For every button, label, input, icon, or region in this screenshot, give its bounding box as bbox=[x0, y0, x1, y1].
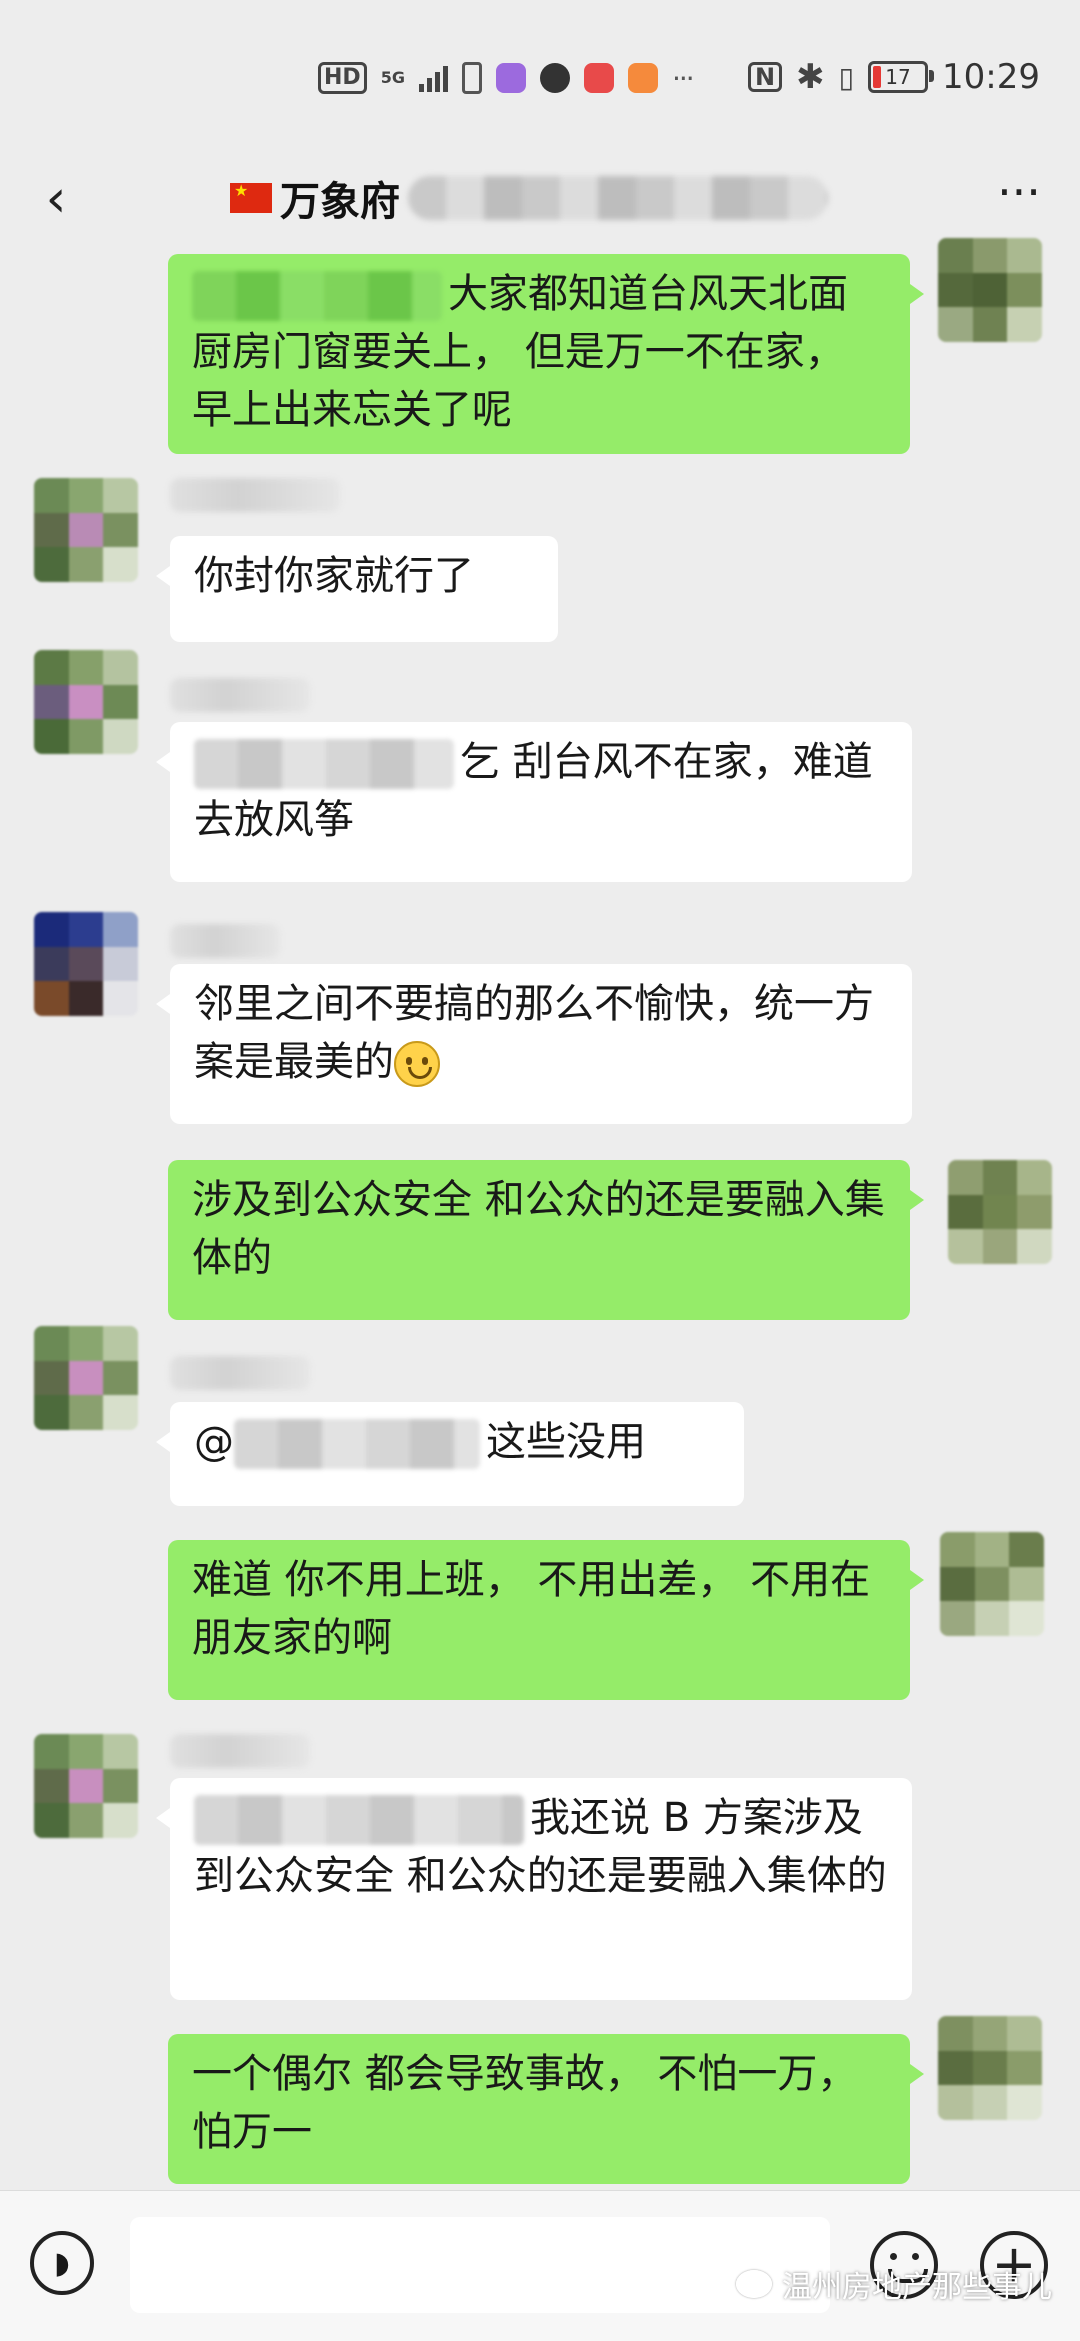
redacted-mention bbox=[192, 271, 442, 321]
more-notifications-icon: ··· bbox=[671, 61, 695, 95]
avatar[interactable] bbox=[34, 1734, 138, 1838]
message-bubble[interactable]: @ 这些没用 bbox=[156, 1402, 744, 1506]
back-arrow-icon: ‹ bbox=[45, 169, 67, 229]
redacted-title bbox=[408, 176, 828, 220]
message-input[interactable] bbox=[130, 2217, 830, 2313]
avatar[interactable] bbox=[34, 912, 138, 1016]
wechat-icon bbox=[736, 2270, 772, 2298]
avatar[interactable] bbox=[938, 2016, 1042, 2120]
watermark: 温州房地产那些事儿 bbox=[736, 2262, 1052, 2306]
battery-level: 17 bbox=[885, 65, 911, 89]
mention-at: @ bbox=[194, 1419, 234, 1465]
message-text: 这些没用 bbox=[486, 1419, 646, 1465]
avatar[interactable] bbox=[938, 238, 1042, 342]
avatar[interactable] bbox=[940, 1532, 1044, 1636]
sender-name bbox=[170, 1734, 310, 1768]
message-text: 邻里之间不要搞的那么不愉快，统一方案是最美的 bbox=[194, 981, 874, 1085]
app-icon bbox=[495, 63, 526, 93]
message-bubble[interactable]: 涉及到公众安全 和公众的还是要融入集体的 bbox=[168, 1160, 924, 1320]
back-button[interactable]: ‹ bbox=[26, 164, 86, 234]
watermark-text: 温州房地产那些事儿 bbox=[782, 2270, 1052, 2305]
bluetooth-icon: ✱ bbox=[796, 57, 825, 97]
voice-button[interactable]: ◗ bbox=[30, 2231, 94, 2295]
message-bubble[interactable]: 大家都知道台风天北面厨房门窗要关上， 但是万一不在家， 早上出来忘关了呢 bbox=[168, 254, 924, 454]
message-bubble[interactable]: 你封你家就行了 bbox=[156, 536, 558, 642]
smile-emoji-icon bbox=[394, 1041, 440, 1087]
message-text: 难道 你不用上班， 不用出差， 不用在朋友家的啊 bbox=[192, 1557, 871, 1661]
sender-name bbox=[170, 478, 340, 512]
chat-title: 万象府 bbox=[230, 168, 828, 228]
status-right: N ✱ ▯ 17 10:29 bbox=[748, 52, 1040, 102]
more-icon: ··· bbox=[997, 165, 1041, 219]
redacted-mention bbox=[194, 739, 454, 789]
avatar[interactable] bbox=[948, 1160, 1052, 1264]
message-text: 一个偶尔 都会导致事故， 不怕一万，怕万一 bbox=[192, 2051, 858, 2155]
avatar[interactable] bbox=[34, 478, 138, 582]
message-bubble[interactable]: 乞 刮台风不在家，难道去放风筝 bbox=[156, 722, 912, 882]
more-options-button[interactable]: ··· bbox=[984, 164, 1054, 234]
network-type: 5G bbox=[380, 68, 405, 87]
sender-name bbox=[170, 924, 280, 958]
app-icon bbox=[627, 63, 658, 93]
signal-icon bbox=[418, 64, 448, 92]
status-left: HD 5G ··· bbox=[318, 58, 695, 98]
china-flag-icon bbox=[230, 181, 272, 213]
redacted-mention bbox=[194, 1795, 524, 1845]
message-bubble[interactable]: 一个偶尔 都会导致事故， 不怕一万，怕万一 bbox=[168, 2034, 924, 2184]
message-bubble[interactable]: 难道 你不用上班， 不用出差， 不用在朋友家的啊 bbox=[168, 1540, 924, 1700]
app-icon bbox=[539, 63, 570, 93]
sender-name bbox=[170, 1356, 310, 1390]
vibrate-icon: ▯ bbox=[838, 60, 855, 94]
clock: 10:29 bbox=[942, 57, 1040, 97]
phone-icon bbox=[461, 62, 482, 94]
status-bar: HD 5G ··· N ✱ ▯ 17 10:29 bbox=[0, 0, 1080, 150]
voice-icon: ◗ bbox=[54, 2245, 70, 2281]
app-icon bbox=[583, 63, 614, 93]
nfc-icon: N bbox=[748, 62, 783, 92]
avatar[interactable] bbox=[34, 1326, 138, 1430]
message-bubble[interactable]: 我还说 B 方案涉及到公众安全 和公众的还是要融入集体的 bbox=[156, 1778, 912, 2000]
message-bubble[interactable]: 邻里之间不要搞的那么不愉快，统一方案是最美的 bbox=[156, 964, 912, 1124]
group-name: 万象府 bbox=[280, 179, 400, 225]
chat-header: ‹ 万象府 ··· bbox=[0, 150, 1080, 250]
avatar[interactable] bbox=[34, 650, 138, 754]
message-text: 涉及到公众安全 和公众的还是要融入集体的 bbox=[192, 1177, 885, 1281]
hd-icon: HD bbox=[318, 62, 367, 94]
message-text: 你封你家就行了 bbox=[194, 553, 474, 599]
redacted-mention bbox=[234, 1419, 480, 1469]
battery-icon: 17 bbox=[868, 61, 935, 93]
sender-name bbox=[170, 678, 310, 712]
